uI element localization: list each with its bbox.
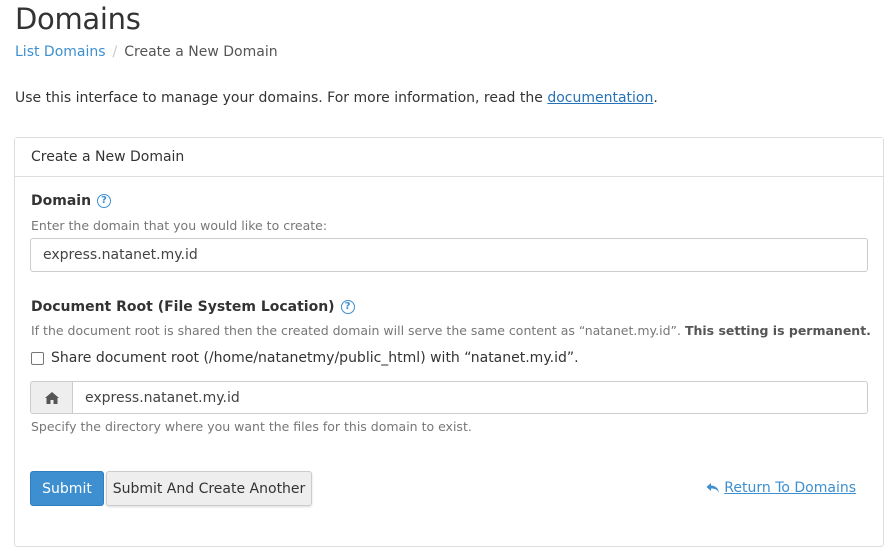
document-root-hint: If the document root is shared then the … <box>31 323 871 338</box>
panel-heading: Create a New Domain <box>15 138 883 177</box>
home-icon <box>30 381 72 414</box>
intro-text-body: Use this interface to manage your domain… <box>15 90 548 106</box>
domain-hint: Enter the domain that you would like to … <box>31 218 328 233</box>
intro-text-suffix: . <box>653 90 658 106</box>
domain-input-value: express.natanet.my.id <box>43 247 198 263</box>
intro-text: Use this interface to manage your domain… <box>15 90 658 106</box>
question-circle-icon[interactable]: ? <box>340 300 355 314</box>
document-root-input-value: express.natanet.my.id <box>85 389 240 406</box>
share-document-root-checkbox[interactable] <box>31 351 44 365</box>
documentation-link[interactable]: documentation <box>547 90 653 106</box>
document-root-hint-text: If the document root is shared then the … <box>31 323 685 338</box>
document-root-input[interactable]: express.natanet.my.id <box>72 381 868 414</box>
domain-label: Domain ? <box>31 193 112 209</box>
submit-button[interactable]: Submit <box>30 471 104 506</box>
share-document-root-label: Share document root (/home/natanetmy/pub… <box>51 350 579 366</box>
breadcrumb-list-domains-link[interactable]: List Domains <box>15 44 106 60</box>
document-root-input-group: express.natanet.my.id <box>30 381 868 414</box>
reply-arrow-icon <box>706 483 720 493</box>
create-domain-panel: Create a New Domain Domain ? Enter the d… <box>14 137 884 547</box>
return-to-domains-label: Return To Domains <box>724 480 856 496</box>
document-root-hint-bold: This setting is permanent. <box>684 323 871 338</box>
submit-and-create-another-button[interactable]: Submit And Create Another <box>106 471 312 506</box>
page-title: Domains <box>15 2 141 36</box>
return-to-domains-link[interactable]: Return To Domains <box>706 480 856 496</box>
document-root-label: Document Root (File System Location) ? <box>31 299 355 315</box>
domain-label-text: Domain <box>31 193 92 209</box>
document-root-footer-hint: Specify the directory where you want the… <box>31 419 472 434</box>
document-root-label-text: Document Root (File System Location) <box>31 299 335 315</box>
breadcrumb: List Domains / Create a New Domain <box>15 44 278 60</box>
breadcrumb-separator: / <box>112 44 118 60</box>
question-circle-icon[interactable]: ? <box>97 194 112 208</box>
share-document-root-option[interactable]: Share document root (/home/natanetmy/pub… <box>31 350 579 366</box>
breadcrumb-current: Create a New Domain <box>124 44 278 60</box>
domain-input[interactable]: express.natanet.my.id <box>30 238 868 272</box>
